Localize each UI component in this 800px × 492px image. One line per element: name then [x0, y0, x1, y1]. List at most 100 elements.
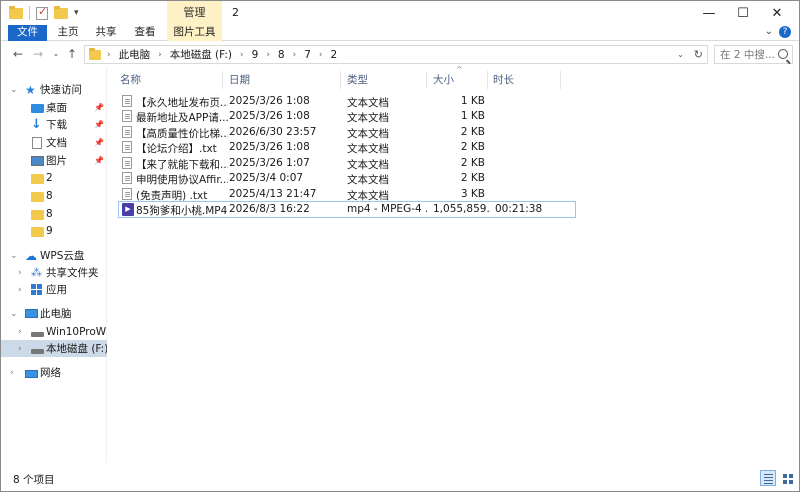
navigation-bar: ← → ⌄ ↑ › 此电脑 › 本地磁盘 (F:) › 9 › 8 › 7 › …	[1, 41, 799, 67]
forward-arrow-icon[interactable]: →	[31, 46, 45, 62]
column-header-date[interactable]: 日期	[229, 71, 250, 89]
file-type: 文本文档	[347, 112, 389, 124]
search-input[interactable]: 在 2 中搜...	[714, 45, 793, 64]
help-icon[interactable]: ?	[779, 26, 791, 38]
computer-icon	[25, 309, 38, 318]
file-row[interactable]: 【永久地址发布页... 2025/3/26 1:08 文本文档 1 KB	[118, 94, 576, 109]
column-header-length[interactable]: 时长	[493, 71, 514, 89]
recent-locations-icon[interactable]: ⌄	[49, 46, 63, 62]
nav-item-drive[interactable]: › Win10ProW X	[1, 323, 107, 340]
customize-toolbar-icon[interactable]: ▾	[74, 8, 79, 18]
nav-this-pc[interactable]: ⌄ 此电脑	[1, 305, 107, 322]
tab-view[interactable]: 查看	[127, 25, 163, 41]
folder-icon	[31, 173, 44, 184]
nav-network[interactable]: › 网络	[1, 364, 107, 381]
address-bar[interactable]: › 此电脑 › 本地磁盘 (F:) › 9 › 8 › 7 › 2 ⌄ ↻	[84, 45, 708, 64]
file-date: 2026/8/3 16:22	[229, 203, 310, 215]
folder-icon	[31, 209, 44, 220]
expand-ribbon-icon[interactable]: ⌄	[765, 26, 773, 37]
file-name: 【来了就能下载和...	[136, 159, 228, 171]
text-file-icon	[122, 157, 132, 169]
file-date: 2025/4/13 21:47	[229, 188, 317, 200]
item-count: 8 个项目	[13, 474, 55, 486]
breadcrumb-drive[interactable]: 本地磁盘 (F:)	[170, 47, 232, 62]
text-file-icon	[122, 95, 132, 107]
tab-home[interactable]: 主页	[51, 25, 85, 41]
expand-chevron-icon[interactable]: ›	[18, 268, 26, 278]
back-arrow-icon[interactable]: ←	[11, 46, 25, 62]
file-row[interactable]: 【来了就能下载和... 2025/3/26 1:07 文本文档 2 KB	[118, 156, 576, 171]
column-header-type[interactable]: 类型	[347, 71, 368, 89]
breadcrumb-folder[interactable]: 8	[278, 49, 285, 61]
file-size: 1,055,859...	[433, 203, 491, 215]
drive-icon	[31, 331, 44, 337]
manage-tab[interactable]: 管理	[167, 1, 222, 25]
nav-item-downloads[interactable]: ↓ 下载 📌	[1, 116, 107, 133]
nav-item-desktop[interactable]: 桌面 📌	[1, 99, 107, 116]
nav-quick-access[interactable]: ⌄ ★ 快速访问	[1, 81, 107, 98]
nav-item-drive-selected[interactable]: › 本地磁盘 (F:)	[1, 340, 107, 357]
nav-item-apps[interactable]: › 应用	[1, 281, 107, 298]
file-row[interactable]: (免责声明) .txt 2025/4/13 21:47 文本文档 3 KB	[118, 187, 576, 202]
file-size: 2 KB	[460, 141, 485, 153]
nav-item-pictures[interactable]: 图片 📌	[1, 152, 107, 169]
file-size: 2 KB	[460, 172, 485, 184]
pin-icon[interactable]: 📌	[94, 120, 104, 129]
folder-icon	[89, 47, 101, 60]
folder-icon	[31, 191, 44, 202]
file-row[interactable]: 最新地址及APP请... 2025/3/26 1:08 文本文档 1 KB	[118, 109, 576, 124]
share-icon: ⁂	[31, 265, 42, 279]
nav-item-shared-folder[interactable]: › ⁂ 共享文件夹	[1, 264, 107, 281]
file-size: 1 KB	[460, 110, 485, 122]
file-row[interactable]: 申明使用协议Affir... 2025/3/4 0:07 文本文档 2 KB	[118, 171, 576, 186]
breadcrumb-current[interactable]: 2	[331, 49, 338, 61]
nav-item-folder[interactable]: 8	[1, 187, 107, 204]
nav-item-documents[interactable]: 文档 📌	[1, 134, 107, 151]
large-icons-view-icon[interactable]	[779, 470, 795, 486]
file-row[interactable]: 【高质量性价比梯... 2026/6/30 23:57 文本文档 2 KB	[118, 125, 576, 140]
tab-share[interactable]: 共享	[88, 25, 124, 41]
expand-chevron-icon[interactable]: ›	[18, 327, 26, 337]
details-view-icon[interactable]	[760, 470, 776, 486]
refresh-icon[interactable]: ↻	[694, 48, 703, 61]
breadcrumb-folder[interactable]: 7	[304, 49, 311, 61]
file-name: 85狗爹和小桃.MP4	[136, 205, 228, 217]
nav-wps-cloud[interactable]: ⌄ ☁ WPS云盘	[1, 247, 107, 264]
nav-item-folder[interactable]: 9	[1, 222, 107, 239]
address-dropdown-icon[interactable]: ⌄	[677, 50, 684, 59]
breadcrumb-folder[interactable]: 9	[252, 49, 259, 61]
tab-file[interactable]: 文件	[8, 25, 47, 41]
expand-chevron-icon[interactable]: ›	[10, 368, 18, 378]
nav-item-folder[interactable]: 8	[1, 205, 107, 222]
file-row-selected[interactable]: ▶ 85狗爹和小桃.MP4 2026/8/3 16:22 mp4 - MPEG-…	[118, 201, 576, 218]
nav-item-folder[interactable]: 2	[1, 169, 107, 186]
text-file-icon	[122, 141, 132, 153]
file-name: 【永久地址发布页...	[136, 97, 228, 109]
file-date: 2025/3/26 1:08	[229, 141, 310, 153]
expand-chevron-icon[interactable]: ›	[18, 285, 26, 295]
new-folder-icon[interactable]	[54, 5, 68, 19]
pin-icon[interactable]: 📌	[94, 138, 104, 147]
pin-icon[interactable]: 📌	[94, 156, 104, 165]
properties-icon[interactable]	[36, 5, 48, 20]
close-button[interactable]: ✕	[755, 1, 799, 25]
expand-chevron-icon[interactable]: ›	[18, 344, 26, 354]
file-row[interactable]: 【论坛介绍】.txt 2025/3/26 1:08 文本文档 2 KB	[118, 140, 576, 155]
file-name: 【论坛介绍】.txt	[136, 143, 217, 155]
file-type: mp4 - MPEG-4 ...	[347, 203, 427, 215]
collapse-chevron-icon[interactable]: ⌄	[10, 309, 18, 319]
up-arrow-icon[interactable]: ↑	[65, 46, 79, 62]
breadcrumb-this-pc[interactable]: 此电脑	[119, 47, 151, 62]
file-type: 文本文档	[347, 128, 389, 140]
column-header-name[interactable]: 名称	[120, 71, 141, 89]
window-title: 2	[232, 6, 239, 19]
tab-picture-tools[interactable]: 图片工具	[167, 25, 222, 41]
collapse-chevron-icon[interactable]: ⌄	[10, 251, 18, 261]
pin-icon[interactable]: 📌	[94, 103, 104, 112]
text-file-icon	[122, 172, 132, 184]
collapse-chevron-icon[interactable]: ⌄	[10, 85, 18, 95]
column-header-size[interactable]: 大小	[433, 71, 454, 89]
download-icon: ↓	[31, 116, 42, 132]
file-type: 文本文档	[347, 174, 389, 186]
file-type: 文本文档	[347, 159, 389, 171]
